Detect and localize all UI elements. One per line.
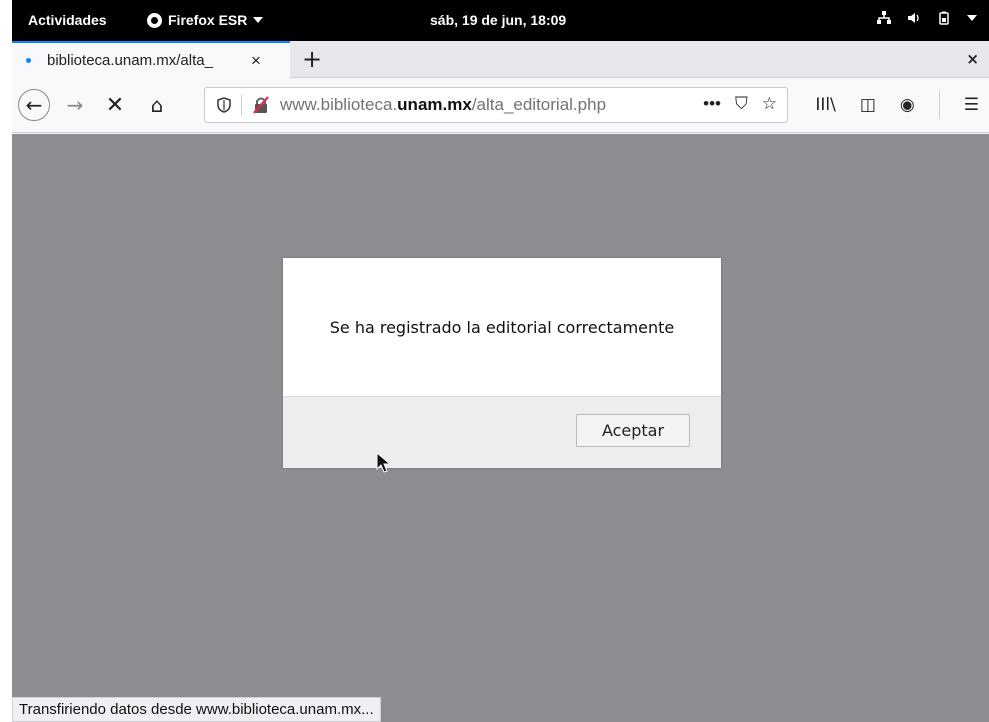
mouse-pointer-icon: [376, 452, 392, 473]
clock[interactable]: sáb, 19 de jun, 18:09: [430, 12, 566, 28]
tab-title: biblioteca.unam.mx/alta_: [47, 52, 213, 69]
window-close-button[interactable]: ×: [966, 50, 979, 68]
page-content-overlay: Se ha registrado la editorial correctame…: [12, 134, 989, 722]
hamburger-menu-icon[interactable]: ☰: [964, 95, 979, 115]
system-menu-caret-icon: [967, 15, 977, 21]
app-menu[interactable]: Firefox ESR: [147, 12, 264, 28]
alert-footer: Aceptar: [283, 396, 721, 468]
toolbar-separator: [938, 91, 940, 119]
url-domain: unam.mx: [397, 95, 472, 114]
bookmark-star-icon[interactable]: ☆: [762, 94, 777, 114]
alert-dialog: Se ha registrado la editorial correctame…: [283, 258, 721, 468]
tab-bar: biblioteca.unam.mx/alta_ × + ×: [12, 41, 989, 78]
library-icon[interactable]: IIl\: [815, 95, 835, 115]
app-menu-label: Firefox ESR: [168, 12, 248, 28]
toolbar-right: IIl\ ◫ ◉ ☰: [815, 91, 989, 119]
gnome-top-bar: Actividades Firefox ESR sáb, 19 de jun, …: [12, 0, 989, 41]
forward-button[interactable]: →: [60, 89, 90, 121]
home-button[interactable]: ⌂: [142, 89, 172, 121]
url-bar[interactable]: www.biblioteca.unam.mx/alta_editorial.ph…: [204, 87, 788, 123]
firefox-icon: [147, 12, 162, 28]
back-button[interactable]: ←: [18, 89, 50, 121]
stop-button[interactable]: ✕: [100, 89, 130, 121]
navigation-toolbar: ← → ✕ ⌂ www.biblioteca.unam.mx/alta_edit…: [12, 78, 989, 133]
page-action-group: ••• ⛉ ☆: [703, 94, 777, 114]
url-text: www.biblioteca.unam.mx/alta_editorial.ph…: [280, 95, 606, 115]
tracking-protection-shield-icon[interactable]: [217, 97, 231, 113]
activities-button[interactable]: Actividades: [28, 12, 107, 28]
volume-icon: [908, 13, 919, 23]
tab-close-icon[interactable]: ×: [251, 51, 261, 71]
system-tray[interactable]: [877, 11, 977, 25]
chevron-down-icon: [253, 17, 264, 23]
url-bar-separator: [241, 94, 242, 116]
battery-icon: [939, 11, 949, 25]
account-icon[interactable]: ◉: [900, 95, 915, 115]
network-icon: [877, 11, 891, 24]
firefox-window: biblioteca.unam.mx/alta_ × + × ← → ✕ ⌂ w…: [12, 41, 989, 722]
insecure-lock-icon[interactable]: [252, 96, 270, 114]
status-bar: Transfiriendo datos desde www.biblioteca…: [12, 697, 381, 722]
loading-dot-icon: [26, 58, 31, 63]
pocket-icon[interactable]: ⛉: [735, 94, 748, 114]
url-path: /alta_editorial.php: [471, 95, 607, 114]
new-tab-button[interactable]: +: [302, 45, 322, 73]
page-actions-icon[interactable]: •••: [703, 94, 721, 114]
sidebar-icon[interactable]: ◫: [860, 95, 876, 115]
tab-alta-editorial[interactable]: biblioteca.unam.mx/alta_ ×: [12, 41, 290, 78]
alert-message: Se ha registrado la editorial correctame…: [329, 317, 675, 337]
accept-button[interactable]: Aceptar: [576, 414, 690, 447]
url-prefix: www.biblioteca.: [280, 95, 398, 114]
